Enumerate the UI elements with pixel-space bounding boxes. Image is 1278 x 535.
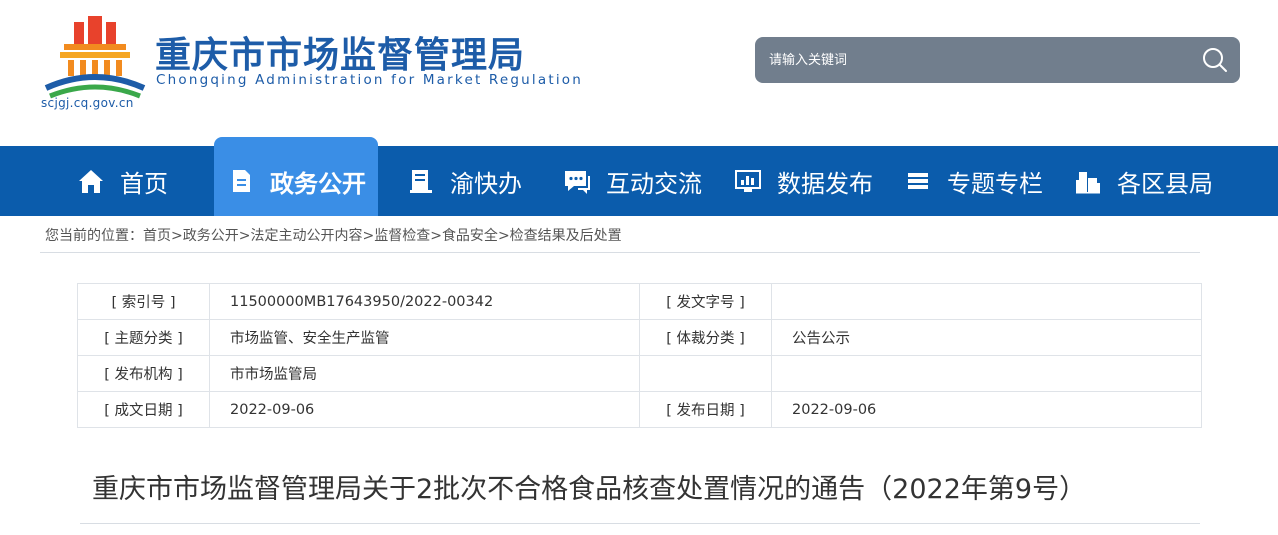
table-row: [ 索引号 ] 11500000MB17643950/2022-00342 [ … <box>77 283 1202 320</box>
search-box <box>755 37 1240 83</box>
nav-item-label: 数据发布 <box>777 169 873 198</box>
meta-key: [ 发布日期 ] <box>639 391 772 428</box>
breadcrumb-link-results[interactable]: 检查结果及后处置 <box>510 228 622 244</box>
nav-item-label: 专题专栏 <box>947 169 1043 198</box>
breadcrumb-link-inspection[interactable]: 监督检查 <box>374 228 430 244</box>
nav-item-districts[interactable]: 各区县局 <box>1073 146 1213 216</box>
meta-value <box>771 355 1202 392</box>
breadcrumb-separator: > <box>171 228 183 244</box>
meta-value: 11500000MB17643950/2022-00342 <box>209 283 640 320</box>
document-icon <box>226 166 256 196</box>
buildings-icon <box>1073 166 1103 196</box>
meta-value: 市场监管、安全生产监管 <box>209 319 640 356</box>
site-url: scjgj.cq.gov.cn <box>41 96 134 110</box>
book-icon <box>406 166 436 196</box>
meta-key: [ 发布机构 ] <box>77 355 210 392</box>
nav-item-label: 首页 <box>120 169 168 198</box>
table-row: [ 发布机构 ] 市市场监管局 <box>77 355 1202 392</box>
table-row: [ 主题分类 ] 市场监管、安全生产监管 [ 体裁分类 ] 公告公示 <box>77 319 1202 356</box>
nav-item-yukuaiban[interactable]: 渝快办 <box>406 146 522 216</box>
nav-item-home[interactable]: 首页 <box>76 146 168 216</box>
table-row: [ 成文日期 ] 2022-09-06 [ 发布日期 ] 2022-09-06 <box>77 391 1202 428</box>
nav-item-gov-affairs[interactable]: 政务公开 <box>214 137 378 216</box>
search-icon <box>1203 48 1227 72</box>
nav-item-label: 各区县局 <box>1117 169 1213 198</box>
breadcrumb-divider <box>40 252 1200 253</box>
breadcrumb-separator: > <box>430 228 442 244</box>
main-nav: 首页 政务公开 渝快办 互动交流 数据发布 专题专栏 各区县局 <box>0 137 1278 216</box>
meta-value: 公告公示 <box>771 319 1202 356</box>
document-meta-table: [ 索引号 ] 11500000MB17643950/2022-00342 [ … <box>77 283 1202 428</box>
meta-key: [ 发文字号 ] <box>639 283 772 320</box>
nav-item-label: 政务公开 <box>270 169 366 198</box>
meta-value: 市市场监管局 <box>209 355 640 392</box>
breadcrumb-separator: > <box>362 228 375 244</box>
meta-value: 2022-09-06 <box>771 391 1202 428</box>
breadcrumb-separator: > <box>497 228 510 244</box>
breadcrumb-separator: > <box>238 228 251 244</box>
search-button[interactable] <box>1200 45 1230 75</box>
home-icon <box>76 166 106 196</box>
nav-item-topics[interactable]: 专题专栏 <box>903 146 1043 216</box>
breadcrumb-link-food-safety[interactable]: 食品安全 <box>442 228 498 244</box>
meta-value: 2022-09-06 <box>209 391 640 428</box>
nav-item-label: 渝快办 <box>450 169 522 198</box>
meta-value <box>771 283 1202 320</box>
meta-key: [ 成文日期 ] <box>77 391 210 428</box>
meta-key: [ 主题分类 ] <box>77 319 210 356</box>
chart-monitor-icon <box>733 166 763 196</box>
breadcrumb-prefix: 您当前的位置： <box>45 228 143 244</box>
nav-item-label: 互动交流 <box>606 169 702 198</box>
breadcrumb-link-statutory[interactable]: 法定主动公开内容 <box>250 228 362 244</box>
layers-icon <box>903 166 933 196</box>
breadcrumb-link-gov-affairs[interactable]: 政务公开 <box>183 228 239 244</box>
breadcrumb: 您当前的位置：首页>政务公开>法定主动公开内容>监督检查>食品安全>检查结果及后… <box>45 225 622 245</box>
site-title-en: Chongqing Administration for Market Regu… <box>156 72 584 88</box>
nav-item-interaction[interactable]: 互动交流 <box>562 146 702 216</box>
article-title: 重庆市市场监督管理局关于2批次不合格食品核查处置情况的通告（2022年第9号） <box>92 474 1087 505</box>
title-divider <box>80 523 1200 524</box>
breadcrumb-link-home[interactable]: 首页 <box>143 228 171 244</box>
site-header: scjgj.cq.gov.cn 重庆市市场监督管理局 Chongqing Adm… <box>0 0 1278 146</box>
site-title[interactable]: 重庆市市场监督管理局 <box>155 26 525 78</box>
meta-key: [ 索引号 ] <box>77 283 210 320</box>
meta-key <box>639 355 772 392</box>
meta-key: [ 体裁分类 ] <box>639 319 772 356</box>
search-input[interactable] <box>769 37 1169 83</box>
chat-icon <box>562 166 592 196</box>
nav-item-data[interactable]: 数据发布 <box>733 146 873 216</box>
